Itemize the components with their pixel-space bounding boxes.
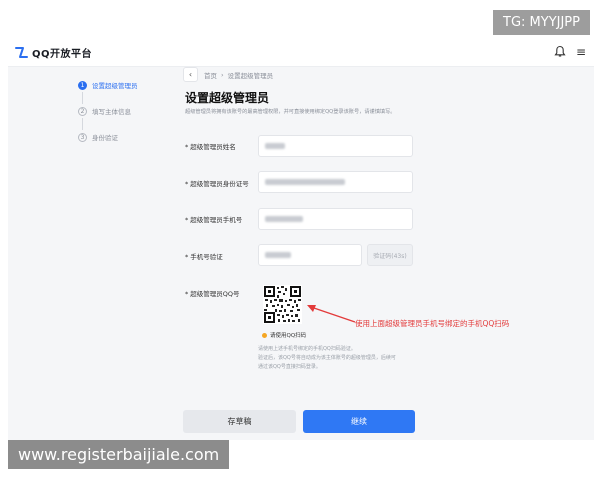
- step-label: 填写主体信息: [92, 108, 131, 116]
- breadcrumb-separator: ›: [221, 70, 224, 79]
- save-draft-button[interactable]: 存草稿: [183, 410, 296, 433]
- step-list: 1 设置超级管理员 2 填写主体信息 3 身份验证: [78, 78, 138, 144]
- breadcrumb-home[interactable]: 首页: [204, 70, 217, 80]
- annotation-arrow-icon: [307, 305, 356, 323]
- menu-icon[interactable]: ≡: [576, 46, 586, 58]
- qr-notes: 请使用上述手机号绑定的手机QQ扫码验证。 验证后，该QQ号将自动成为该主体账号的…: [258, 346, 396, 370]
- step-item-2[interactable]: 2 填写主体信息: [78, 104, 138, 118]
- hint-dot-icon: [262, 332, 267, 338]
- step-number: 2: [78, 106, 87, 116]
- redacted-value: [265, 179, 345, 185]
- step-item-3[interactable]: 3 身份验证: [78, 130, 138, 144]
- page-description: 超级管理员将拥有该账号的最高管理权限，并可直接使用绑定QQ登录该账号，请谨慎填写…: [185, 109, 396, 115]
- continue-button[interactable]: 继续: [303, 410, 415, 433]
- top-bar: QQ开放平台 ≡: [8, 38, 594, 67]
- brand-logo[interactable]: QQ开放平台: [14, 44, 92, 60]
- qq-label: * 超级管理员QQ号: [185, 290, 240, 298]
- redacted-value: [265, 252, 291, 258]
- page-title: 设置超级管理员: [185, 91, 270, 105]
- send-code-button[interactable]: 验证码(43s): [367, 244, 413, 266]
- redacted-value: [265, 143, 285, 149]
- url-watermark: www.registerbaijiale.com: [8, 440, 230, 469]
- qq-logo-icon: [15, 46, 28, 58]
- phone-label: * 超级管理员手机号: [185, 216, 243, 224]
- back-button[interactable]: ‹: [183, 67, 198, 82]
- annotation-text: 使用上面超级管理员手机号绑定的手机QQ扫码: [355, 319, 510, 328]
- verify-code-input[interactable]: [258, 244, 362, 266]
- step-label: 设置超级管理员: [92, 82, 138, 90]
- brand-name: QQ开放平台: [32, 48, 93, 60]
- tg-watermark: TG: MYYJJPP: [493, 10, 590, 35]
- step-number: 1: [78, 80, 87, 90]
- step-label: 身份验证: [92, 134, 118, 142]
- step-number: 3: [78, 132, 87, 142]
- phone-input[interactable]: [258, 208, 413, 230]
- id-number-input[interactable]: [258, 171, 413, 193]
- step-connector: [82, 118, 83, 130]
- name-label: * 超级管理员姓名: [185, 143, 236, 151]
- breadcrumb-current: 设置超级管理员: [227, 71, 274, 80]
- redacted-value: [265, 216, 303, 222]
- id-number-label: * 超级管理员身份证号: [185, 180, 249, 188]
- breadcrumb: ‹ 首页 › 设置超级管理员: [183, 67, 273, 82]
- step-connector: [82, 92, 83, 104]
- verify-label: * 手机号验证: [185, 253, 223, 261]
- bell-icon[interactable]: [554, 45, 566, 58]
- name-input[interactable]: [258, 135, 413, 157]
- qr-code: [263, 285, 302, 324]
- step-item-1[interactable]: 1 设置超级管理员: [78, 78, 138, 92]
- qr-hint: 请使用QQ扫码: [262, 331, 306, 339]
